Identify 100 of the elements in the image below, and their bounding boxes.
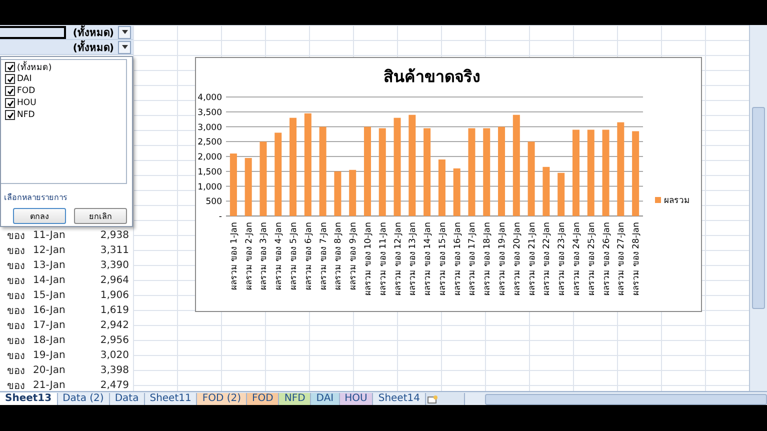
ok-button[interactable]: ตกลง: [13, 208, 66, 224]
table-cell-text: 2,942: [99, 320, 129, 331]
x-tick-label: ผลรวม ของ 17-Jan: [468, 222, 478, 296]
x-tick-label: ผลรวม ของ 11-Jan: [378, 222, 388, 296]
caret-icon: [122, 30, 128, 34]
vertical-scrollbar[interactable]: [749, 25, 767, 391]
table-cell-text: ของ: [6, 275, 26, 288]
y-tick-label: 3,000: [198, 122, 222, 133]
table-cell-text: ของ: [6, 335, 26, 348]
table-cell-text: ของ: [6, 350, 26, 363]
table-cell-text: ของ: [6, 365, 26, 378]
table-cell-text: 12-Jan: [33, 245, 66, 256]
x-tick-label: ผลรวม ของ 7-Jan: [318, 222, 329, 290]
horizontal-scrollbar[interactable]: [464, 393, 767, 405]
filter-value: (ทั้งหมด): [66, 40, 118, 54]
x-tick-label: ผลรวม ของ 8-Jan: [334, 222, 344, 290]
table-cell-text: 17-Jan: [33, 320, 66, 331]
x-tick-label: ผลรวม ของ 10-Jan: [363, 222, 374, 296]
bar: [558, 172, 565, 216]
filter-item-label[interactable]: DAI: [17, 74, 32, 84]
table-cell-text: 20-Jan: [33, 365, 66, 376]
sheet-tab[interactable]: DAI: [311, 393, 340, 405]
x-tick-label: ผลรวม ของ 9-Jan: [348, 222, 359, 290]
x-tick-label: ผลรวม ของ 21-Jan: [527, 222, 538, 296]
checkbox[interactable]: [5, 110, 15, 120]
dropdown-button[interactable]: [118, 26, 131, 38]
table-cell-text: 21-Jan: [33, 380, 66, 391]
bar: [349, 170, 356, 216]
bar: [334, 171, 342, 216]
dropdown-button[interactable]: [118, 40, 131, 54]
table-cell-text: 18-Jan: [33, 335, 66, 346]
y-tick-label: 2,000: [198, 152, 222, 162]
x-tick-label: ผลรวม ของ 5-Jan: [289, 222, 300, 290]
x-tick-label: ผลรวม ของ 28-Jan: [632, 222, 642, 296]
bar: [542, 166, 550, 216]
table-cell-text: ของ: [6, 305, 26, 318]
y-tick-label: 1,500: [198, 167, 222, 178]
x-tick-label: ผลรวม ของ 2-Jan: [244, 222, 254, 290]
checkbox[interactable]: [5, 74, 15, 84]
x-tick-label: ผลรวม ของ 23-Jan: [557, 222, 568, 296]
x-tick-label: ผลรวม ของ 22-Jan: [542, 222, 552, 296]
cancel-button[interactable]: ยกเลิก: [74, 208, 127, 224]
filter-item-label[interactable]: NFD: [17, 110, 35, 120]
sheet-tab[interactable]: FOD (2): [197, 393, 248, 405]
filter-item-label[interactable]: FOD: [17, 86, 36, 96]
sheet-tab[interactable]: Sheet13: [0, 393, 58, 405]
x-tick-label: ผลรวม ของ 18-Jan: [482, 222, 493, 296]
filter-item-label[interactable]: HOU: [17, 98, 36, 108]
y-tick-label: 2,500: [198, 138, 222, 148]
table-cell-text: ของ: [6, 380, 26, 391]
y-tick-label: 3,500: [198, 108, 222, 118]
table-cell-text: 13-Jan: [33, 260, 66, 271]
y-tick-label: 1,000: [198, 182, 222, 192]
chart-title: สินค้าขาดจริง: [384, 67, 480, 86]
table-cell-text: ของ: [6, 230, 26, 243]
filter-item-label[interactable]: (ทั้งหมด): [17, 60, 52, 74]
x-tick-label: ผลรวม ของ 16-Jan: [452, 222, 463, 296]
checkbox[interactable]: [5, 98, 15, 108]
table-cell-text: ของ: [6, 245, 26, 258]
legend-swatch: [655, 197, 661, 203]
sheet-tab[interactable]: FOD: [247, 393, 280, 405]
x-tick-label: ผลรวม ของ 6-Jan: [304, 222, 314, 290]
table-cell-text: 3,398: [99, 365, 129, 376]
table-cell-text: 15-Jan: [33, 290, 66, 301]
x-tick-label: ผลรวม ของ 12-Jan: [393, 222, 404, 296]
y-tick-label: -: [218, 212, 222, 222]
table-cell-text: 3,020: [99, 350, 129, 361]
y-tick-label: 4,000: [198, 93, 222, 103]
sheet-tab[interactable]: Sheet11: [144, 393, 198, 405]
sheet-tab[interactable]: Sheet14: [373, 393, 426, 405]
x-tick-label: ผลรวม ของ 24-Jan: [572, 222, 582, 296]
table-cell-text: 2,479: [99, 380, 129, 391]
table-cell-text: 19-Jan: [33, 350, 66, 361]
insert-sheet-icon[interactable]: [426, 393, 440, 405]
table-cell-text: ของ: [6, 320, 26, 333]
x-tick-label: ผลรวม ของ 27-Jan: [616, 222, 627, 296]
x-tick-label: ผลรวม ของ 26-Jan: [602, 222, 612, 296]
table-cell-text: 14-Jan: [33, 275, 66, 286]
table-cell-text: 16-Jan: [33, 305, 66, 316]
x-tick-label: ผลรวม ของ 25-Jan: [586, 222, 597, 296]
table-cell-text: 11-Jan: [33, 230, 66, 241]
table-cell-text: 3,311: [99, 245, 129, 256]
filter-value: (ทั้งหมด): [66, 25, 118, 40]
y-tick-label: 500: [206, 197, 222, 208]
table-cell-text: 1,906: [99, 290, 129, 301]
x-tick-label: ผลรวม ของ 15-Jan: [438, 222, 448, 296]
sheet-tab[interactable]: NFD: [279, 393, 312, 405]
table-cell-text: 2,938: [99, 230, 129, 241]
table-cell-text: 3,390: [99, 260, 129, 271]
checkbox[interactable]: [5, 86, 15, 96]
sheet-tab[interactable]: HOU: [340, 393, 374, 405]
checkbox[interactable]: [5, 62, 15, 72]
sheet-tab[interactable]: Data: [110, 393, 145, 405]
sheet-tab[interactable]: Data (2): [58, 393, 110, 405]
x-tick-label: ผลรวม ของ 19-Jan: [498, 222, 508, 296]
x-tick-label: ผลรวม ของ 20-Jan: [512, 222, 522, 296]
multi-select-label[interactable]: เลือกหลายรายการ: [1, 184, 132, 204]
x-tick-label: ผลรวม ของ 1-Jan: [229, 222, 240, 290]
x-tick-label: ผลรวม ของ 14-Jan: [423, 222, 434, 296]
table-cell-text: 2,956: [99, 335, 129, 346]
